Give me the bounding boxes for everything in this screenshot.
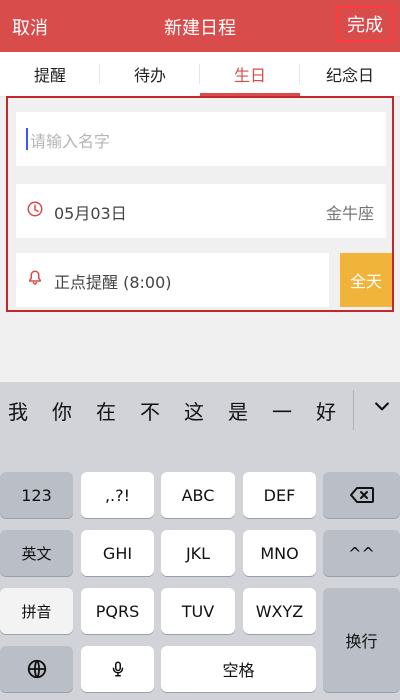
candidate-8[interactable]: 好 xyxy=(316,396,336,425)
tab-birthday[interactable]: 生日 xyxy=(200,52,300,96)
key-pqrs[interactable]: PQRS xyxy=(81,588,154,634)
name-field[interactable]: 请输入名字 xyxy=(16,112,386,166)
chevron-down-icon[interactable] xyxy=(372,396,392,416)
candidate-bar: 我 你 在 不 这 是 一 好 xyxy=(0,382,400,438)
microphone-icon xyxy=(112,661,123,677)
tab-anniversary[interactable]: 纪念日 xyxy=(300,52,400,96)
key-globe[interactable] xyxy=(0,646,73,692)
key-english[interactable]: 英文 xyxy=(0,530,73,576)
tab-todo[interactable]: 待办 xyxy=(100,52,200,96)
tab-reminder[interactable]: 提醒 xyxy=(0,52,100,96)
candidate-3[interactable]: 在 xyxy=(96,396,116,425)
key-backspace[interactable] xyxy=(323,472,400,518)
system-keyboard: 我 你 在 不 这 是 一 好 123 ,.?! ABC DEF 英文 GHI … xyxy=(0,382,400,700)
candidate-7[interactable]: 一 xyxy=(272,396,292,425)
key-punctuation[interactable]: ,.?! xyxy=(81,472,154,518)
allday-button[interactable]: 全天 xyxy=(340,253,392,307)
candidate-6[interactable]: 是 xyxy=(228,396,248,425)
reminder-row[interactable]: 正点提醒 (8:00) xyxy=(16,253,329,307)
key-mic[interactable] xyxy=(81,646,154,692)
zodiac-label: 金牛座 xyxy=(325,204,374,223)
key-space[interactable]: 空格 xyxy=(161,646,316,692)
name-placeholder: 请输入名字 xyxy=(30,132,111,151)
clock-icon xyxy=(26,200,44,218)
birthday-form: 请输入名字 05月03日 金牛座 正点提醒 (8:00) 全天 xyxy=(6,96,394,312)
key-ghi[interactable]: GHI xyxy=(81,530,154,576)
text-cursor xyxy=(26,128,28,150)
top-bar: 取消 新建日程 完成 xyxy=(0,0,400,52)
candidate-2[interactable]: 你 xyxy=(52,396,72,425)
done-button[interactable]: 完成 xyxy=(336,6,394,42)
key-pinyin[interactable]: 拼音 xyxy=(0,588,73,634)
key-wxyz[interactable]: WXYZ xyxy=(243,588,316,634)
tab-bar: 提醒 待办 生日 纪念日 xyxy=(0,52,400,97)
globe-icon xyxy=(27,659,46,679)
backspace-icon xyxy=(349,487,374,503)
birthday-date: 05月03日 xyxy=(54,204,127,223)
candidate-1[interactable]: 我 xyxy=(8,396,28,425)
bell-icon xyxy=(26,269,44,287)
key-mno[interactable]: MNO xyxy=(243,530,316,576)
candidate-separator xyxy=(353,390,354,430)
date-row[interactable]: 05月03日 金牛座 xyxy=(16,184,386,238)
key-jkl[interactable]: JKL xyxy=(161,530,235,576)
candidate-4[interactable]: 不 xyxy=(140,396,160,425)
key-123[interactable]: 123 xyxy=(0,472,73,518)
key-tuv[interactable]: TUV xyxy=(161,588,235,634)
candidate-5[interactable]: 这 xyxy=(184,396,204,425)
key-emoji[interactable]: ^^ xyxy=(323,530,400,576)
key-newline[interactable]: 换行 xyxy=(323,588,400,692)
key-abc[interactable]: ABC xyxy=(161,472,235,518)
reminder-text: 正点提醒 (8:00) xyxy=(54,273,172,292)
key-def[interactable]: DEF xyxy=(243,472,316,518)
